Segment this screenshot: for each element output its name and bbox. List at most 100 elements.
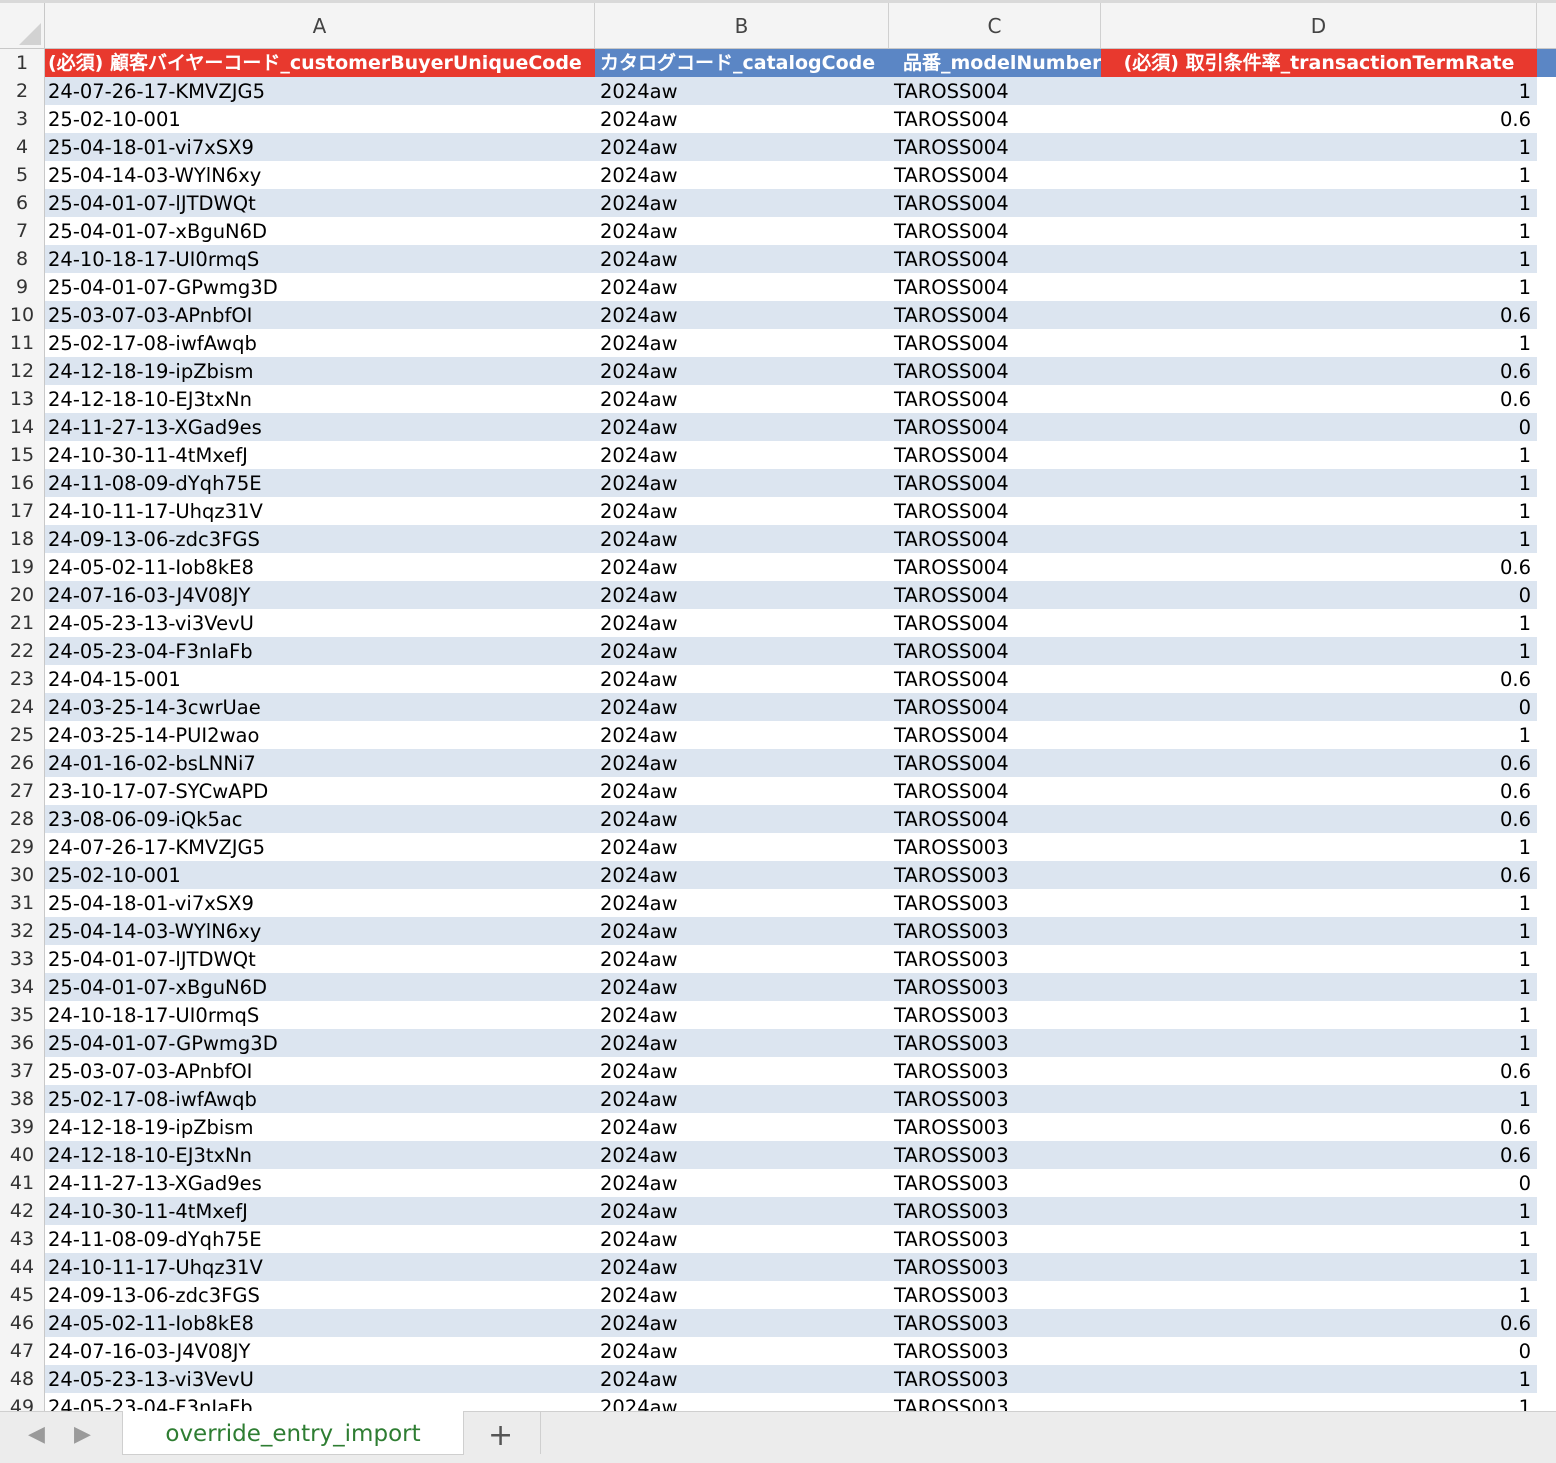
cell-customer-buyer-code[interactable]: 25-04-14-03-WYlN6xy: [45, 161, 595, 189]
cell-catalog-code[interactable]: 2024aw: [595, 777, 889, 805]
cell-empty-e[interactable]: [1537, 973, 1556, 1001]
cell-empty-e[interactable]: [1537, 105, 1556, 133]
cell-model-number[interactable]: TAROSS004: [889, 441, 1101, 469]
cell-model-number[interactable]: TAROSS003: [889, 889, 1101, 917]
row-number[interactable]: 44: [0, 1253, 45, 1281]
cell-transaction-term-rate[interactable]: 0.6: [1101, 1057, 1537, 1085]
row-number[interactable]: 7: [0, 217, 45, 245]
cell-empty-e[interactable]: [1537, 273, 1556, 301]
row-number[interactable]: 18: [0, 525, 45, 553]
cell-model-number[interactable]: TAROSS003: [889, 945, 1101, 973]
cell-empty-e[interactable]: [1537, 1393, 1556, 1411]
cell-catalog-code[interactable]: 2024aw: [595, 329, 889, 357]
cell-catalog-code[interactable]: 2024aw: [595, 1365, 889, 1393]
cell-transaction-term-rate[interactable]: 0.6: [1101, 357, 1537, 385]
cell-empty-e[interactable]: [1537, 413, 1556, 441]
cell-empty-e[interactable]: [1537, 861, 1556, 889]
column-header-d[interactable]: D: [1101, 3, 1537, 48]
cell-catalog-code[interactable]: 2024aw: [595, 245, 889, 273]
spreadsheet-grid[interactable]: A B C D 1 (必須) 顧客バイヤーコード_customerBuyerUn…: [0, 3, 1556, 1411]
cell-catalog-code[interactable]: 2024aw: [595, 1337, 889, 1365]
cell-model-number[interactable]: TAROSS004: [889, 749, 1101, 777]
cell-model-number[interactable]: TAROSS004: [889, 665, 1101, 693]
row-number[interactable]: 1: [0, 49, 45, 77]
cell-customer-buyer-code[interactable]: 24-12-18-19-ipZbism: [45, 1113, 595, 1141]
cell-customer-buyer-code[interactable]: 24-11-08-09-dYqh75E: [45, 1225, 595, 1253]
cell-empty-e[interactable]: [1537, 1197, 1556, 1225]
select-all-corner[interactable]: [0, 3, 45, 48]
cell-catalog-code[interactable]: 2024aw: [595, 273, 889, 301]
row-number[interactable]: 5: [0, 161, 45, 189]
cell-model-number[interactable]: TAROSS004: [889, 217, 1101, 245]
cell-customer-buyer-code[interactable]: 25-04-18-01-vi7xSX9: [45, 889, 595, 917]
row-number[interactable]: 43: [0, 1225, 45, 1253]
cell-catalog-code[interactable]: 2024aw: [595, 917, 889, 945]
cell-customer-buyer-code[interactable]: 24-12-18-10-EJ3txNn: [45, 1141, 595, 1169]
cell-model-number[interactable]: TAROSS004: [889, 581, 1101, 609]
cell-model-number[interactable]: TAROSS004: [889, 469, 1101, 497]
cell-customer-buyer-code[interactable]: 24-05-23-04-F3nIaFb: [45, 1393, 595, 1411]
cell-transaction-term-rate[interactable]: 0: [1101, 413, 1537, 441]
row-number[interactable]: 14: [0, 413, 45, 441]
cell-empty-e[interactable]: [1537, 357, 1556, 385]
cell-transaction-term-rate[interactable]: 1: [1101, 833, 1537, 861]
row-number[interactable]: 12: [0, 357, 45, 385]
cell-transaction-term-rate[interactable]: 1: [1101, 1001, 1537, 1029]
cell-empty-e[interactable]: [1537, 945, 1556, 973]
cell-catalog-code[interactable]: 2024aw: [595, 1169, 889, 1197]
cell-catalog-code[interactable]: 2024aw: [595, 413, 889, 441]
cell-empty-e[interactable]: [1537, 833, 1556, 861]
cell-catalog-code[interactable]: 2024aw: [595, 945, 889, 973]
cell-transaction-term-rate[interactable]: 1: [1101, 469, 1537, 497]
cell-model-number[interactable]: TAROSS003: [889, 1225, 1101, 1253]
cell-customer-buyer-code[interactable]: 25-04-01-07-xBguN6D: [45, 973, 595, 1001]
row-number[interactable]: 17: [0, 497, 45, 525]
cell-transaction-term-rate[interactable]: 1: [1101, 1253, 1537, 1281]
row-number[interactable]: 10: [0, 301, 45, 329]
cell-model-number[interactable]: TAROSS003: [889, 833, 1101, 861]
cell-model-number[interactable]: TAROSS003: [889, 1197, 1101, 1225]
row-number[interactable]: 24: [0, 693, 45, 721]
cell-customer-buyer-code[interactable]: 25-04-01-07-GPwmg3D: [45, 1029, 595, 1057]
cell-empty-e[interactable]: [1537, 245, 1556, 273]
cell-model-number[interactable]: TAROSS003: [889, 1001, 1101, 1029]
cell-transaction-term-rate[interactable]: 1: [1101, 917, 1537, 945]
cell-empty-e[interactable]: [1537, 1253, 1556, 1281]
cell-customer-buyer-code[interactable]: 25-04-01-07-GPwmg3D: [45, 273, 595, 301]
row-number[interactable]: 19: [0, 553, 45, 581]
cell-transaction-term-rate[interactable]: 0.6: [1101, 1309, 1537, 1337]
cell-empty-e[interactable]: [1537, 889, 1556, 917]
cell-transaction-term-rate[interactable]: 0.6: [1101, 385, 1537, 413]
cell-transaction-term-rate[interactable]: 0.6: [1101, 861, 1537, 889]
cell-customer-buyer-code[interactable]: 24-10-11-17-Uhqz31V: [45, 1253, 595, 1281]
cell-transaction-term-rate[interactable]: 1: [1101, 973, 1537, 1001]
cell-customer-buyer-code[interactable]: 25-04-01-07-xBguN6D: [45, 217, 595, 245]
cell-empty-e[interactable]: [1537, 189, 1556, 217]
cell-customer-buyer-code[interactable]: 24-11-27-13-XGad9es: [45, 1169, 595, 1197]
cell-catalog-code[interactable]: 2024aw: [595, 469, 889, 497]
cell-catalog-code[interactable]: 2024aw: [595, 525, 889, 553]
cell-empty-e[interactable]: [1537, 1225, 1556, 1253]
row-number[interactable]: 26: [0, 749, 45, 777]
cell-transaction-term-rate[interactable]: 0.6: [1101, 1113, 1537, 1141]
cell-empty-e[interactable]: [1537, 665, 1556, 693]
cell-transaction-term-rate[interactable]: 1: [1101, 609, 1537, 637]
cell-catalog-code[interactable]: 2024aw: [595, 1197, 889, 1225]
cell-empty-e[interactable]: [1537, 497, 1556, 525]
cell-empty-e[interactable]: [1537, 1001, 1556, 1029]
sheet-tab-override-entry-import[interactable]: override_entry_import: [122, 1411, 464, 1455]
cell-model-number[interactable]: TAROSS004: [889, 637, 1101, 665]
row-number[interactable]: 38: [0, 1085, 45, 1113]
cell-transaction-term-rate[interactable]: 0.6: [1101, 301, 1537, 329]
row-number[interactable]: 9: [0, 273, 45, 301]
row-number[interactable]: 15: [0, 441, 45, 469]
cell-customer-buyer-code[interactable]: 24-05-02-11-Iob8kE8: [45, 1309, 595, 1337]
row-number[interactable]: 48: [0, 1365, 45, 1393]
chevron-left-icon[interactable]: ◀: [28, 1422, 45, 1447]
cell-model-number[interactable]: TAROSS003: [889, 1393, 1101, 1411]
cell-catalog-code[interactable]: 2024aw: [595, 1393, 889, 1411]
cell-customer-buyer-code[interactable]: 24-07-26-17-KMVZJG5: [45, 833, 595, 861]
row-number[interactable]: 8: [0, 245, 45, 273]
cell-transaction-term-rate[interactable]: 1: [1101, 1281, 1537, 1309]
cell-customer-buyer-code[interactable]: 24-05-02-11-Iob8kE8: [45, 553, 595, 581]
